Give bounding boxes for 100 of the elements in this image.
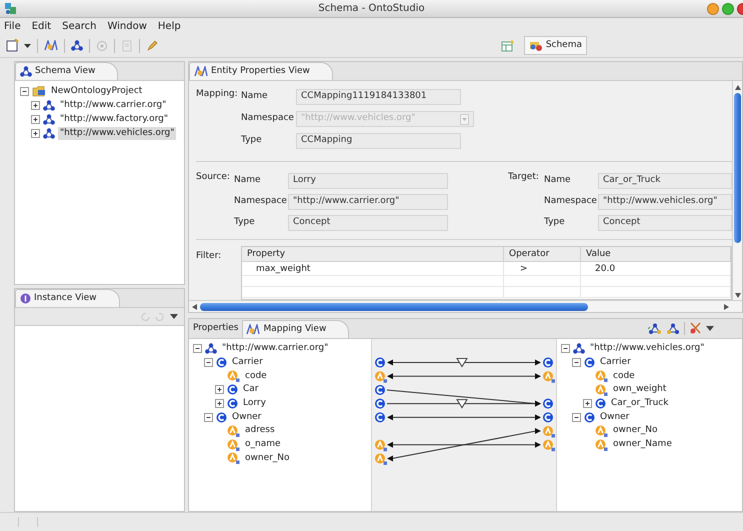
- collapse-icon[interactable]: [204, 412, 213, 422]
- tree-item[interactable]: NewOntologyProject: [49, 84, 144, 98]
- expand-icon[interactable]: [215, 399, 224, 408]
- scrollbar-thumb[interactable]: [734, 93, 741, 243]
- mapping-arrow[interactable]: [387, 358, 541, 368]
- dropdown-icon[interactable]: [24, 44, 31, 48]
- tree-item[interactable]: owner_No: [243, 452, 292, 465]
- mapping-arrow[interactable]: [387, 373, 541, 380]
- tree-item[interactable]: Car: [241, 383, 260, 396]
- view-tab[interactable]: Properties: [191, 320, 242, 338]
- attribute-icon: [375, 440, 387, 452]
- concept-icon: [227, 398, 238, 410]
- concept-icon: [543, 412, 553, 422]
- tree-item[interactable]: Car_or_Truck: [609, 397, 670, 410]
- attribute-icon: [375, 453, 387, 465]
- collapse-icon[interactable]: [561, 344, 570, 354]
- text-field[interactable]: CCMapping1119184133801: [296, 89, 461, 105]
- tree-item[interactable]: o_name: [243, 438, 283, 452]
- tree-item[interactable]: "http://www.factory.org": [58, 112, 170, 126]
- tree-item[interactable]: code: [611, 370, 637, 383]
- section-label: Source:: [196, 171, 231, 184]
- concept-icon: [584, 412, 595, 423]
- text-field[interactable]: Lorry: [288, 173, 448, 189]
- window-title: Schema - OntoStudio: [318, 2, 425, 16]
- text-field[interactable]: "http://www.vehicles.org": [598, 194, 732, 210]
- horizontal-scrollbar[interactable]: [189, 300, 742, 312]
- mapping-arrow[interactable]: [387, 428, 541, 462]
- down-arrow-icon[interactable]: [734, 293, 740, 298]
- tree-item[interactable]: "http://www.carrier.org": [220, 342, 330, 356]
- tree-item[interactable]: Owner: [230, 410, 264, 424]
- expand-icon[interactable]: [31, 128, 40, 138]
- left-arrow-icon[interactable]: [192, 304, 197, 310]
- collapse-icon[interactable]: [20, 86, 29, 96]
- mapping-arrow[interactable]: [386, 399, 541, 409]
- open-perspective-icon[interactable]: [500, 40, 514, 52]
- tree-item[interactable]: Owner: [598, 410, 632, 424]
- collapse-icon[interactable]: [204, 358, 213, 368]
- tree-item[interactable]: own_weight: [611, 383, 668, 396]
- new-file-icon[interactable]: [6, 39, 20, 52]
- column-header[interactable]: Value: [581, 247, 731, 261]
- tree-item[interactable]: Carrier: [598, 356, 633, 370]
- collapse-icon[interactable]: [193, 344, 202, 354]
- namespace-icon: [43, 100, 55, 110]
- field-label: Name: [544, 174, 572, 188]
- column-header[interactable]: Property: [242, 247, 504, 261]
- text-field[interactable]: Concept: [598, 215, 732, 231]
- field-label: Namespace: [241, 112, 295, 126]
- tree-item[interactable]: "http://www.vehicles.org": [58, 126, 176, 140]
- scrollbar-thumb[interactable]: [200, 302, 588, 310]
- concept-icon: [375, 398, 385, 409]
- text-field[interactable]: "http://www.carrier.org": [288, 194, 448, 210]
- dropdown-icon[interactable]: [170, 314, 178, 319]
- namespace-add-icon[interactable]: [648, 322, 662, 334]
- tree-item[interactable]: owner_No: [611, 424, 660, 438]
- view-tab[interactable]: Instance View: [15, 289, 120, 307]
- tree-item[interactable]: owner_Name: [611, 438, 674, 452]
- tree-item[interactable]: "http://www.carrier.org": [58, 98, 168, 112]
- mapping-icon: [194, 66, 208, 77]
- namespace-link-icon[interactable]: [666, 322, 680, 334]
- mapping-arrow[interactable]: [387, 414, 541, 420]
- mapping-icon[interactable]: [44, 40, 58, 51]
- expand-icon[interactable]: [215, 385, 224, 394]
- expand-icon[interactable]: [31, 114, 40, 124]
- menu-item[interactable]: Search: [62, 18, 96, 34]
- field-label: Type: [234, 216, 256, 230]
- attribute-icon: [543, 426, 555, 438]
- namespace-icon[interactable]: [71, 40, 83, 51]
- collapse-icon[interactable]: [572, 358, 581, 368]
- tree-item[interactable]: "http://www.vehicles.org": [588, 342, 706, 356]
- tree-item[interactable]: Carrier: [230, 356, 265, 370]
- tree-item[interactable]: code: [243, 370, 269, 383]
- text-field[interactable]: Car_or_Truck: [598, 173, 732, 189]
- menu-item[interactable]: File: [4, 18, 21, 34]
- menu-item[interactable]: Window: [107, 18, 147, 34]
- mapping-icon: [246, 324, 260, 335]
- expand-icon[interactable]: [31, 100, 40, 110]
- text-field[interactable]: Concept: [288, 215, 448, 231]
- menu-item[interactable]: Help: [158, 18, 181, 34]
- expand-icon[interactable]: [583, 399, 592, 408]
- minimize-button[interactable]: [707, 3, 719, 15]
- collapse-icon[interactable]: [572, 412, 581, 422]
- tree-item[interactable]: Lorry: [241, 397, 268, 410]
- view-tab[interactable]: Entity Properties View: [189, 62, 333, 80]
- menu-item[interactable]: Edit: [32, 18, 52, 34]
- column-header[interactable]: Operator: [504, 247, 581, 261]
- dropdown-icon[interactable]: [706, 326, 714, 331]
- view-tab[interactable]: Mapping View: [242, 320, 350, 338]
- concept-icon: [595, 398, 606, 410]
- field-label: Type: [241, 134, 263, 148]
- maximize-button[interactable]: [722, 3, 734, 15]
- concept-icon: [375, 384, 385, 395]
- view-tab[interactable]: Schema View: [15, 62, 118, 80]
- vertical-scrollbar[interactable]: [732, 81, 742, 300]
- text-field[interactable]: CCMapping: [296, 133, 461, 149]
- mapping-arrow[interactable]: [387, 442, 541, 448]
- perspective-tab[interactable]: Schema: [524, 36, 587, 55]
- up-arrow-icon[interactable]: [734, 85, 740, 90]
- field-label: Type: [544, 216, 566, 230]
- tree-item[interactable]: adress: [243, 424, 277, 438]
- right-arrow-icon[interactable]: [724, 304, 729, 310]
